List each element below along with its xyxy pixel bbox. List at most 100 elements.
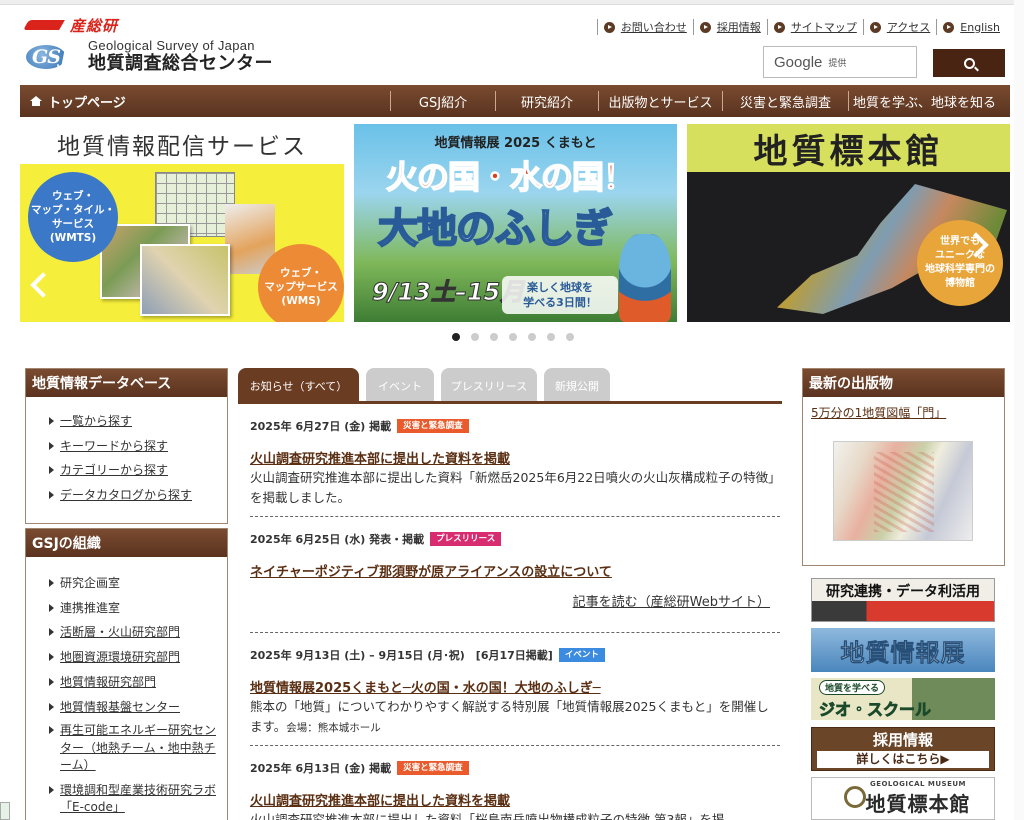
gsj-logo-mark-text: GSJ <box>32 45 69 68</box>
banner-geo-school[interactable]: 地質を学べる ジオ・スクール <box>811 678 995 720</box>
org-item[interactable]: 活断層・火山研究部門 <box>48 620 227 645</box>
carousel-dot[interactable] <box>490 333 498 341</box>
chat-widget-edge[interactable] <box>0 802 10 820</box>
org-item[interactable]: 地質情報基盤センター <box>48 695 227 720</box>
org-item[interactable]: 環境調和型産業技術研究ラボ「E-code」 <box>48 779 227 820</box>
arrow-circle-icon <box>603 21 615 33</box>
carousel-dot[interactable] <box>509 333 517 341</box>
organization-panel: GSJの組織 研究企画室 連携推進室 活断層・火山研究部門 地圏資源環境研究部門… <box>25 528 228 820</box>
banner-geological-museum[interactable]: 地質標本館 世界でも ユニークな 地球科学専門の 博物館 <box>687 124 1010 322</box>
util-link-sitemap[interactable]: サイトマップ <box>766 19 863 35</box>
aist-logo[interactable]: 産総研 <box>26 15 118 35</box>
exhibition-tagline: 楽しく地球を 学べる3日間！ <box>502 276 618 314</box>
org-item[interactable]: 再生可能エネルギー研究センター（地熱チーム・地中熱チーム） <box>48 719 227 779</box>
org-item[interactable]: 地質情報研究部門 <box>48 670 227 695</box>
banner-carousel: 地質情報配信サービス ウェブ・ マップ・タイル・ サービス (WMTS) ウェブ・ マッ… <box>20 124 1010 322</box>
news-body: 火山調査研究推進本部に提出した資料「桜島南岳噴出物構成粒子の特徴 第3報」を掲 <box>250 812 725 820</box>
banner-exhibition-2025[interactable]: 地質情報展 2025 くまもと 火の国・水の国！ 大地のふしぎ 9/13土–15… <box>354 124 677 322</box>
aist-logo-text: 産総研 <box>70 16 119 35</box>
wms-badge: ウェブ・ マップサービス (WMS) <box>258 244 344 322</box>
database-panel-title: 地質情報データベース <box>26 369 227 397</box>
banner-recruit[interactable]: 採用情報 詳しくはこちら▶ <box>811 727 995 771</box>
news-title-link[interactable]: 地質情報展2025くまもと─火の国・水の国！大地のふしぎ─ <box>250 677 780 696</box>
news-date: 2025年 6月25日 (水) 発表・掲載 <box>250 533 425 546</box>
arrow-circle-icon <box>699 21 711 33</box>
nav-item-about[interactable]: GSJ紹介 <box>390 91 495 111</box>
news-title-link[interactable]: 火山調査研究推進本部に提出した資料を掲載 <box>250 790 780 809</box>
read-more-link[interactable]: 記事を読む（産総研Webサイト） <box>573 591 770 610</box>
gsj-logo-mark: GSJ <box>24 43 84 71</box>
nav-item-disaster[interactable]: 災害と緊急調査 <box>722 91 848 111</box>
org-item[interactable]: 地圏資源環境研究部門 <box>48 645 227 670</box>
news-venue: 会場：熊本城ホール <box>286 722 381 734</box>
search-button[interactable] <box>933 49 1005 77</box>
carousel-dots <box>452 333 585 341</box>
carousel-dot[interactable] <box>452 333 460 341</box>
tab-events[interactable]: イベント <box>366 368 434 403</box>
banner-research-collab[interactable]: 研究連携・データ利活用 <box>811 578 995 622</box>
org-item[interactable]: 連携推進室 <box>48 596 227 621</box>
ammonite-icon <box>844 786 866 808</box>
news-title-link[interactable]: ネイチャーポジティブ那須野が原アライアンスの設立について <box>250 561 780 580</box>
news-date: 2025年 6月27日 (金) 掲載 <box>250 420 392 433</box>
category-badge: イベント <box>558 648 605 662</box>
news-item: 2025年 6月13日 (金) 掲載 災害と緊急調査 火山調査研究推進本部に提出し… <box>250 760 780 820</box>
org-name-en: Geological Survey of Japan <box>88 38 255 53</box>
news-tabs: お知らせ（すべて） イベント プレスリリース 新規公開 <box>238 368 782 403</box>
tab-new-release[interactable]: 新規公開 <box>544 368 610 403</box>
latest-publication-panel: 最新の出版物 5万分の1地質図幅「門」 <box>802 368 1005 566</box>
db-link-category[interactable]: カテゴリーから探す <box>48 458 227 483</box>
search-icon <box>963 57 975 69</box>
publication-link[interactable]: 5万分の1地質図幅「門」 <box>803 397 1004 421</box>
tab-press-release[interactable]: プレスリリース <box>441 368 537 403</box>
carousel-dot[interactable] <box>471 333 479 341</box>
geological-map-thumbnail[interactable] <box>833 441 973 541</box>
banner-geoinfo-service[interactable]: 地質情報配信サービス ウェブ・ マップ・タイル・ サービス (WMTS) ウェブ・ マッ… <box>20 124 344 322</box>
scrollbar[interactable] <box>1014 0 1024 820</box>
category-badge: 災害と緊急調査 <box>397 761 469 775</box>
nav-item-publications[interactable]: 出版物とサービス <box>598 91 722 111</box>
org-item[interactable]: 研究企画室 <box>48 571 227 596</box>
nav-item-learn[interactable]: 地質を学ぶ、地球を知る <box>848 91 1000 111</box>
news-item: 2025年 9月13日 (土) – 9月15日 (月･祝) [6月17日掲載] イ… <box>250 647 780 738</box>
banner-geo-exhibition[interactable]: 地質情報展 <box>811 628 995 672</box>
utility-links: お問い合わせ 採用情報 サイトマップ アクセス English <box>596 19 1006 35</box>
site-header: 産総研 GSJ Geological Survey of Japan 地質調査総… <box>0 5 1024 85</box>
news-title-link[interactable]: 火山調査研究推進本部に提出した資料を掲載 <box>250 448 780 467</box>
database-panel: 地質情報データベース 一覧から探す キーワードから探す カテゴリーから探す デー… <box>25 368 228 524</box>
news-date: 2025年 9月13日 (土) – 9月15日 (月･祝) [6月17日掲載] <box>250 649 553 662</box>
db-link-list[interactable]: 一覧から探す <box>48 409 227 434</box>
divider <box>250 632 780 633</box>
tab-all-news[interactable]: お知らせ（すべて） <box>238 368 359 403</box>
news-item: 2025年 6月27日 (金) 掲載 災害と緊急調査 火山調査研究推進本部に提出し… <box>250 418 780 508</box>
nav-home[interactable]: トップページ <box>20 92 390 111</box>
museum-title: 地質標本館 <box>687 124 1010 172</box>
news-date: 2025年 6月13日 (金) 掲載 <box>250 762 392 775</box>
category-badge: 災害と緊急調査 <box>397 419 469 433</box>
exhibition-subtitle: 地質情報展 2025 くまもと <box>434 136 597 151</box>
util-link-access[interactable]: アクセス <box>862 19 936 35</box>
main-nav: トップページ GSJ紹介 研究紹介 出版物とサービス 災害と緊急調査 地質を学ぶ… <box>20 85 1010 117</box>
util-link-contact[interactable]: お問い合わせ <box>596 19 693 35</box>
arrow-circle-icon <box>773 21 785 33</box>
carousel-prev-icon[interactable] <box>30 272 56 298</box>
category-badge: プレスリリース <box>430 532 502 546</box>
db-link-catalog[interactable]: データカタログから探す <box>48 483 227 508</box>
latest-publication-title: 最新の出版物 <box>803 369 1004 397</box>
carousel-dot[interactable] <box>566 333 574 341</box>
search-input[interactable]: Google 提供 <box>763 46 917 78</box>
gsj-logo[interactable]: GSJ Geological Survey of Japan 地質調査総合センタ… <box>24 39 273 74</box>
google-label: Google <box>774 53 823 71</box>
tab-underline <box>238 401 782 404</box>
util-link-english[interactable]: English <box>936 19 1006 35</box>
banner-geological-museum-small[interactable]: GEOLOGICAL MUSEUM 地質標本館 <box>811 777 995 820</box>
carousel-dot[interactable] <box>528 333 536 341</box>
organization-panel-title: GSJの組織 <box>26 529 227 557</box>
util-link-recruit[interactable]: 採用情報 <box>692 19 767 35</box>
nav-item-research[interactable]: 研究紹介 <box>495 91 598 111</box>
news-item: 2025年 6月25日 (水) 発表・掲載 プレスリリース ネイチャーポジティブ那… <box>250 531 780 610</box>
news-body: 熊本の「地質」についてわかりやすく解説する特別展「地質情報展2025くまもと」を… <box>250 699 769 734</box>
carousel-dot[interactable] <box>547 333 555 341</box>
db-link-keyword[interactable]: キーワードから探す <box>48 434 227 459</box>
home-icon <box>30 96 42 106</box>
